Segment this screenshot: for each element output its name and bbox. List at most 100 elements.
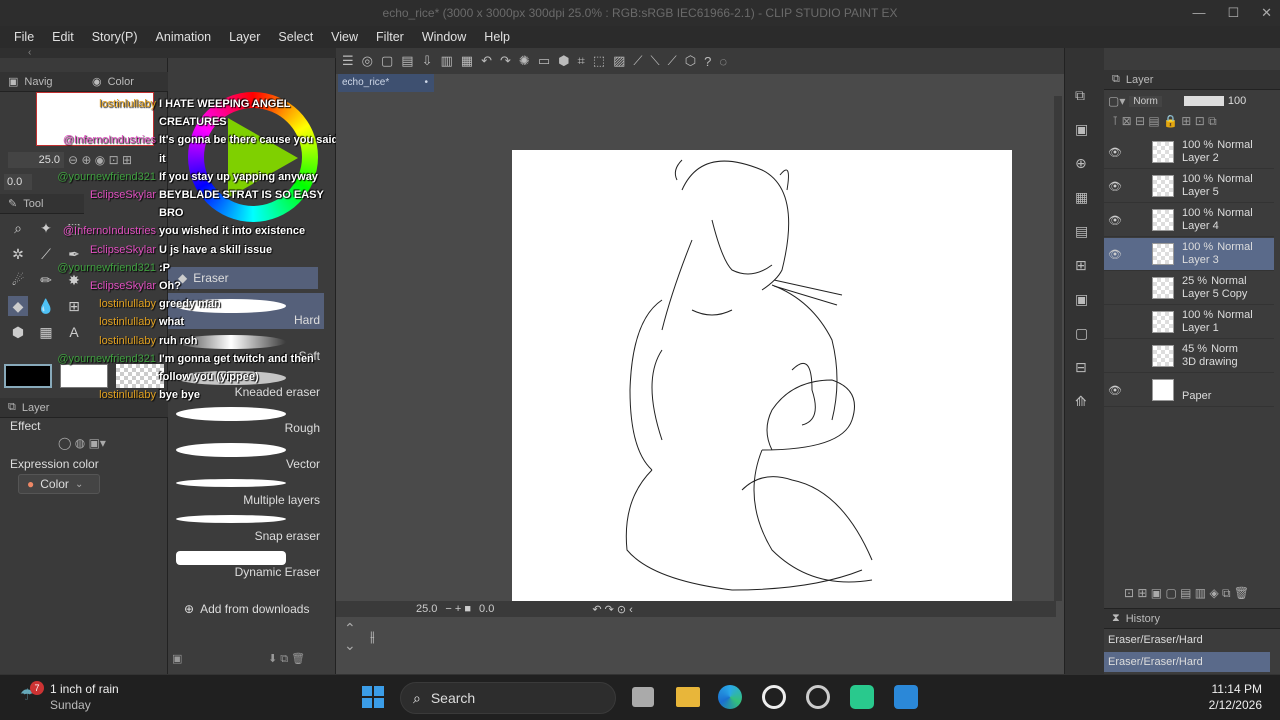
visibility-eye-icon[interactable]: 👁 xyxy=(1106,248,1124,261)
app-icon-blue[interactable] xyxy=(894,685,918,709)
app-icon[interactable] xyxy=(850,685,874,709)
fill-icon[interactable]: ⬢ xyxy=(558,53,569,69)
mixer-icon[interactable]: ⫲ xyxy=(370,628,394,652)
save-icon[interactable]: ⇩ xyxy=(422,53,433,69)
clip-studio-icon[interactable] xyxy=(762,685,786,709)
visibility-eye-icon[interactable]: 👁 xyxy=(1106,384,1124,397)
menu-edit[interactable]: Edit xyxy=(52,30,84,44)
assets-icon[interactable]: ⬡ xyxy=(685,53,696,69)
layer-thumbnail xyxy=(1152,277,1174,299)
snap-grid-icon[interactable]: ⟋ xyxy=(668,53,677,69)
canvas-paper[interactable] xyxy=(512,150,1012,602)
chat-message: If you stay up yapping anyway xyxy=(159,170,318,183)
close-button[interactable]: ✕ xyxy=(1261,0,1272,26)
new-file-icon[interactable]: ▢ xyxy=(381,53,393,69)
history-item[interactable]: Eraser/Eraser/Hard xyxy=(1104,630,1270,650)
snap-ruler-icon[interactable]: ⟋ xyxy=(633,53,642,69)
taskbar-search[interactable]: ⌕ Search xyxy=(400,682,616,714)
layer-info: 45 % Norm 3D drawing xyxy=(1182,343,1238,369)
clip-studio-paint-icon[interactable] xyxy=(806,685,830,709)
subtool-footer-icons[interactable]: ▣ ⬇ ⧉ 🗑 xyxy=(172,652,332,668)
layer-thumbnail xyxy=(1152,379,1174,401)
layer-name: Paper xyxy=(1182,390,1212,402)
task-view-icon[interactable] xyxy=(632,687,654,707)
visibility-eye-icon[interactable]: 👁 xyxy=(1106,180,1124,193)
zoom-value[interactable]: 25.0 xyxy=(416,603,437,615)
clip-studio-icon[interactable]: ◎ xyxy=(362,53,373,69)
export-icon[interactable]: ▥ xyxy=(441,53,453,69)
menu-layer[interactable]: Layer xyxy=(229,30,270,44)
layer-footer-icons[interactable]: ⊡ ⊞ ▣ ▢ ▤ ▥ ◈ ⧉ 🗑 xyxy=(1124,586,1280,602)
menu-select[interactable]: Select xyxy=(278,30,323,44)
menu-help[interactable]: Help xyxy=(484,30,520,44)
transform-icon[interactable]: ⌗ xyxy=(577,53,584,69)
layer-row[interactable]: 45 % Norm 3D drawing xyxy=(1104,340,1274,373)
help-icon[interactable]: ? xyxy=(704,54,711,69)
brush-vector[interactable]: Vector xyxy=(168,437,324,473)
undo-icon[interactable]: ↶ xyxy=(481,53,492,69)
brush-snap-eraser[interactable]: Snap eraser xyxy=(168,509,324,545)
layer-row[interactable]: 👁 100 % Normal Layer 4 xyxy=(1104,204,1274,237)
blend-mode-select[interactable]: Norm xyxy=(1129,95,1162,107)
layer-row[interactable]: 👁 100 % Normal Layer 3 xyxy=(1104,238,1274,271)
angle-value[interactable]: 0.0 xyxy=(479,603,494,615)
add-from-downloads-button[interactable]: ⊕ Add from downloads xyxy=(184,602,309,616)
menu-window[interactable]: Window xyxy=(422,30,476,44)
navigator-tab[interactable]: ▣ Navig xyxy=(0,72,84,92)
canvas-status-bar: 25.0 − + ■ 0.0 ↶ ↷ ⊙ ‹ xyxy=(336,601,1056,617)
clock-date[interactable]: 2/12/2026 xyxy=(1190,698,1262,712)
history-item[interactable]: Eraser/Eraser/Hard xyxy=(1104,652,1270,672)
windows-start-icon[interactable] xyxy=(362,686,384,708)
opacity-slider[interactable] xyxy=(1183,96,1224,106)
loading-icon[interactable]: ✺ xyxy=(519,53,530,69)
visibility-eye-icon[interactable]: 👁 xyxy=(1106,214,1124,227)
blend-icon: ▢▾ xyxy=(1108,94,1126,108)
collapse-arrows[interactable]: ‹ xyxy=(0,48,168,58)
chat-message: bye bye xyxy=(159,389,200,402)
menu-view[interactable]: View xyxy=(331,30,368,44)
layer-name: 3D drawing xyxy=(1182,356,1238,368)
layer-opacity-mode xyxy=(1182,377,1211,390)
color-tab[interactable]: ◉ Color xyxy=(84,72,168,92)
brush-multiple-layers[interactable]: Multiple layers xyxy=(168,473,324,509)
effect-buttons[interactable]: ◯ ◍ ▣▾ xyxy=(58,436,152,452)
redo-icon[interactable]: ↷ xyxy=(500,53,511,69)
layer-row[interactable]: 25 % Normal Layer 5 Copy xyxy=(1104,272,1274,305)
layer-opacity-mode: 100 % Normal xyxy=(1182,173,1253,186)
open-file-icon[interactable]: ▤ xyxy=(401,53,413,69)
maximize-button[interactable]: ☐ xyxy=(1227,0,1239,26)
panel-icons[interactable]: ⧉ ▣ ⊕ ▦ ▤ ⊞ ▣ ▢ ⊟ ⟰ xyxy=(1075,78,1088,418)
history-tab[interactable]: ⧗ History xyxy=(1104,609,1280,629)
clear-icon[interactable]: ▭ xyxy=(538,53,550,69)
layer-row[interactable]: 👁 Paper xyxy=(1104,374,1274,407)
subtool-collapse-bar[interactable] xyxy=(168,48,336,58)
menu-icon[interactable]: ☰ xyxy=(342,53,354,69)
rotate-icons[interactable]: ↶ ↷ ⊙ ‹ xyxy=(592,603,632,616)
minimize-button[interactable]: — xyxy=(1192,0,1205,26)
layer-tab[interactable]: ⧉ Layer xyxy=(1104,70,1280,90)
print-icon[interactable]: ▦ xyxy=(461,53,473,69)
expression-color-select[interactable]: ● Color ⌄ xyxy=(18,474,100,494)
visibility-eye-icon[interactable]: 👁 xyxy=(1106,146,1124,159)
weather-title[interactable]: 1 inch of rain xyxy=(50,682,119,696)
snap-special-icon[interactable]: ⟍ xyxy=(651,53,660,69)
document-tab[interactable]: echo_rice* • xyxy=(338,74,434,92)
clock-time[interactable]: 11:14 PM xyxy=(1190,682,1262,696)
menu-animation[interactable]: Animation xyxy=(156,30,222,44)
vertical-scrollbar[interactable] xyxy=(1054,96,1062,601)
edge-browser-icon[interactable] xyxy=(718,685,742,709)
brush-dynamic-eraser[interactable]: Dynamic Eraser xyxy=(168,545,324,581)
layer-row[interactable]: 100 % Normal Layer 1 xyxy=(1104,306,1274,339)
opacity-value[interactable]: 100 xyxy=(1228,95,1246,107)
menu-file[interactable]: File xyxy=(14,30,44,44)
zoom-controls[interactable]: − + ■ xyxy=(445,603,471,615)
layer-row[interactable]: 👁 100 % Normal Layer 2 xyxy=(1104,136,1274,169)
lasso-icon[interactable]: ◌ xyxy=(719,54,727,69)
layer-row[interactable]: 👁 100 % Normal Layer 5 xyxy=(1104,170,1274,203)
file-explorer-icon[interactable] xyxy=(676,687,700,707)
deselect-icon[interactable]: ⬚ xyxy=(593,53,605,69)
menu-filter[interactable]: Filter xyxy=(376,30,414,44)
menu-story[interactable]: Story(P) xyxy=(92,30,148,44)
invert-selection-icon[interactable]: ▨ xyxy=(613,53,625,69)
layer-toolbar-icons[interactable]: ⊺ ⊠ ⊟ ▤ 🔒 ⊞ ⊡ ⧉ xyxy=(1112,114,1276,130)
